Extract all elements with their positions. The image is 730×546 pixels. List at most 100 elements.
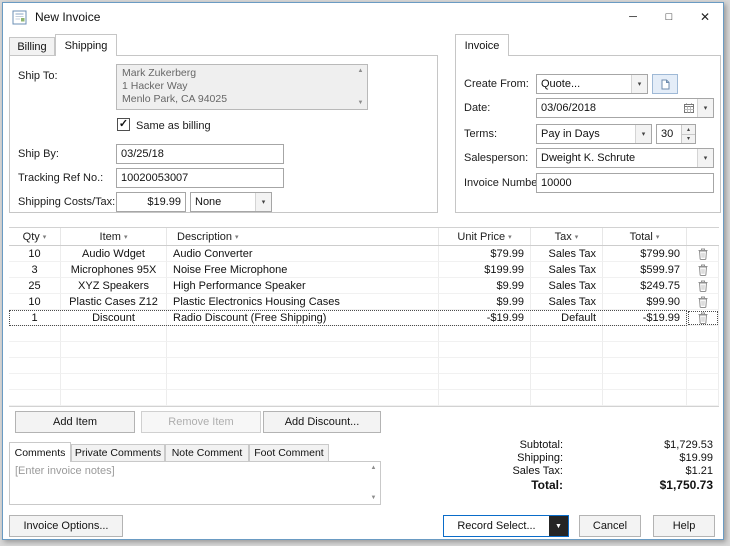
cell-qty: 1 <box>9 310 61 326</box>
cell-description: Radio Discount (Free Shipping) <box>167 310 439 326</box>
delete-row-button[interactable] <box>687 310 719 326</box>
scroll-down-icon[interactable]: ▼ <box>371 495 377 501</box>
header-actions <box>687 228 719 245</box>
cancel-button[interactable]: Cancel <box>579 515 641 537</box>
chevron-down-icon[interactable]: ▾ <box>631 75 647 93</box>
record-select-label[interactable]: Record Select... <box>444 516 549 536</box>
comments-scrollbar[interactable]: ▲ ▼ <box>367 462 380 504</box>
header-qty[interactable]: Qty ▾ <box>9 228 61 245</box>
add-item-button[interactable]: Add Item <box>15 411 135 433</box>
tab-note-comment[interactable]: Note Comment <box>165 444 249 461</box>
spin-up-icon[interactable]: ▴ <box>682 125 695 134</box>
sort-chevron-icon: ▾ <box>574 233 579 241</box>
shipping-row: Shipping: $19.99 <box>473 452 713 465</box>
salesperson-select[interactable]: Dweight K. Schrute ▾ <box>536 148 714 168</box>
table-empty-row <box>9 374 719 390</box>
same-as-billing-checkbox[interactable]: ✓ <box>117 118 130 131</box>
subtotal-value: $1,729.53 <box>664 439 713 451</box>
tab-private-comments[interactable]: Private Comments <box>71 444 165 461</box>
shipping-costs-input[interactable] <box>116 192 186 212</box>
cell-qty: 3 <box>9 262 61 278</box>
chevron-down-icon[interactable]: ▾ <box>697 99 713 117</box>
delete-row-button[interactable] <box>687 262 719 278</box>
create-from-open-button[interactable] <box>652 74 678 94</box>
trash-icon <box>698 264 707 276</box>
cell-unit-price: $9.99 <box>439 278 531 294</box>
cell-unit-price: $199.99 <box>439 262 531 278</box>
cell-description: Plastic Electronics Housing Cases <box>167 294 439 310</box>
title-bar[interactable]: New Invoice ─ □ ✕ <box>3 3 723 31</box>
cell-tax: Default <box>531 310 603 326</box>
line-items-table: Qty ▾ Item ▾ Description ▾ Unit Price ▾ Tax ▾… <box>9 227 719 407</box>
invoice-notes-input[interactable] <box>10 462 366 504</box>
record-select-button[interactable]: Record Select... ▼ <box>443 515 569 537</box>
chevron-down-icon[interactable]: ▾ <box>697 149 713 167</box>
header-tax[interactable]: Tax ▾ <box>531 228 603 245</box>
header-unit-price[interactable]: Unit Price ▾ <box>439 228 531 245</box>
table-row[interactable]: 3 Microphones 95X Noise Free Microphone … <box>9 262 719 278</box>
cell-description: Audio Converter <box>167 246 439 262</box>
delete-row-button[interactable] <box>687 294 719 310</box>
delete-row-button[interactable] <box>687 278 719 294</box>
shipping-value: $19.99 <box>679 452 713 464</box>
minimize-button[interactable]: ─ <box>615 3 651 31</box>
date-field[interactable]: 03/06/2018 ▾ <box>536 98 714 118</box>
chevron-down-icon[interactable]: ▾ <box>635 125 651 143</box>
header-total[interactable]: Total ▾ <box>603 228 687 245</box>
tracking-ref-input[interactable] <box>116 168 284 188</box>
record-select-dropdown-icon[interactable]: ▼ <box>549 516 568 536</box>
subtotal-label: Subtotal: <box>519 439 563 451</box>
cell-total: $799.90 <box>603 246 687 262</box>
close-button[interactable]: ✕ <box>687 3 723 31</box>
scroll-up-icon[interactable]: ▲ <box>371 465 377 471</box>
create-from-label: Create From: <box>464 78 529 90</box>
cell-description: High Performance Speaker <box>167 278 439 294</box>
ship-to-label: Ship To: <box>18 70 58 82</box>
table-empty-row <box>9 358 719 374</box>
tab-invoice[interactable]: Invoice <box>455 34 509 56</box>
tab-billing[interactable]: Billing <box>9 37 55 55</box>
table-row[interactable]: 10 Plastic Cases Z12 Plastic Electronics… <box>9 294 719 310</box>
invoice-number-input[interactable] <box>536 173 714 193</box>
table-row[interactable]: 25 XYZ Speakers High Performance Speaker… <box>9 278 719 294</box>
sort-chevron-icon: ▾ <box>508 233 512 241</box>
scroll-up-icon[interactable]: ▲ <box>358 68 364 74</box>
address-scrollbar[interactable]: ▲ ▼ <box>354 65 367 109</box>
cell-total: $599.97 <box>603 262 687 278</box>
window-title: New Invoice <box>35 10 101 24</box>
chevron-down-icon[interactable]: ▾ <box>255 193 271 211</box>
scroll-down-icon[interactable]: ▼ <box>358 100 364 106</box>
cell-total: -$19.99 <box>603 310 687 326</box>
ship-by-label: Ship By: <box>18 148 59 160</box>
delete-row-button[interactable] <box>687 246 719 262</box>
table-row[interactable]: 10 Audio Wdget Audio Converter $79.99 Sa… <box>9 246 719 262</box>
tab-foot-comment[interactable]: Foot Comment <box>249 444 329 461</box>
invoice-options-button[interactable]: Invoice Options... <box>9 515 123 537</box>
maximize-button[interactable]: □ <box>651 3 687 31</box>
table-row-selected[interactable]: 1 Discount Radio Discount (Free Shipping… <box>9 310 719 326</box>
cell-item: Discount <box>61 310 167 326</box>
create-from-select[interactable]: Quote... ▾ <box>536 74 648 94</box>
tab-shipping[interactable]: Shipping <box>55 34 117 56</box>
cell-item: XYZ Speakers <box>61 278 167 294</box>
add-discount-button[interactable]: Add Discount... <box>263 411 381 433</box>
calendar-icon[interactable] <box>681 99 697 117</box>
ship-to-address-box[interactable]: Mark Zukerberg 1 Hacker Way Menlo Park, … <box>116 64 368 110</box>
remove-item-button[interactable]: Remove Item <box>141 411 261 433</box>
terms-value: Pay in Days <box>541 128 600 140</box>
table-empty-row <box>9 342 719 358</box>
terms-days-spinner[interactable]: 30 ▴ ▾ <box>656 124 696 144</box>
subtotal-row: Subtotal: $1,729.53 <box>473 439 713 452</box>
shipping-tax-select[interactable]: None ▾ <box>190 192 272 212</box>
sort-chevron-icon: ▾ <box>123 233 128 241</box>
grand-total-row: Total: $1,750.73 <box>473 478 713 493</box>
tab-comments[interactable]: Comments <box>9 442 71 462</box>
help-button[interactable]: Help <box>653 515 715 537</box>
header-item[interactable]: Item ▾ <box>61 228 167 245</box>
ship-by-input[interactable] <box>116 144 284 164</box>
same-as-billing-label: Same as billing <box>136 120 211 132</box>
invoice-panel: Create From: Quote... ▾ Date: 03/06/2018… <box>455 55 721 213</box>
terms-select[interactable]: Pay in Days ▾ <box>536 124 652 144</box>
header-description[interactable]: Description ▾ <box>167 228 439 245</box>
spin-down-icon[interactable]: ▾ <box>682 133 695 143</box>
